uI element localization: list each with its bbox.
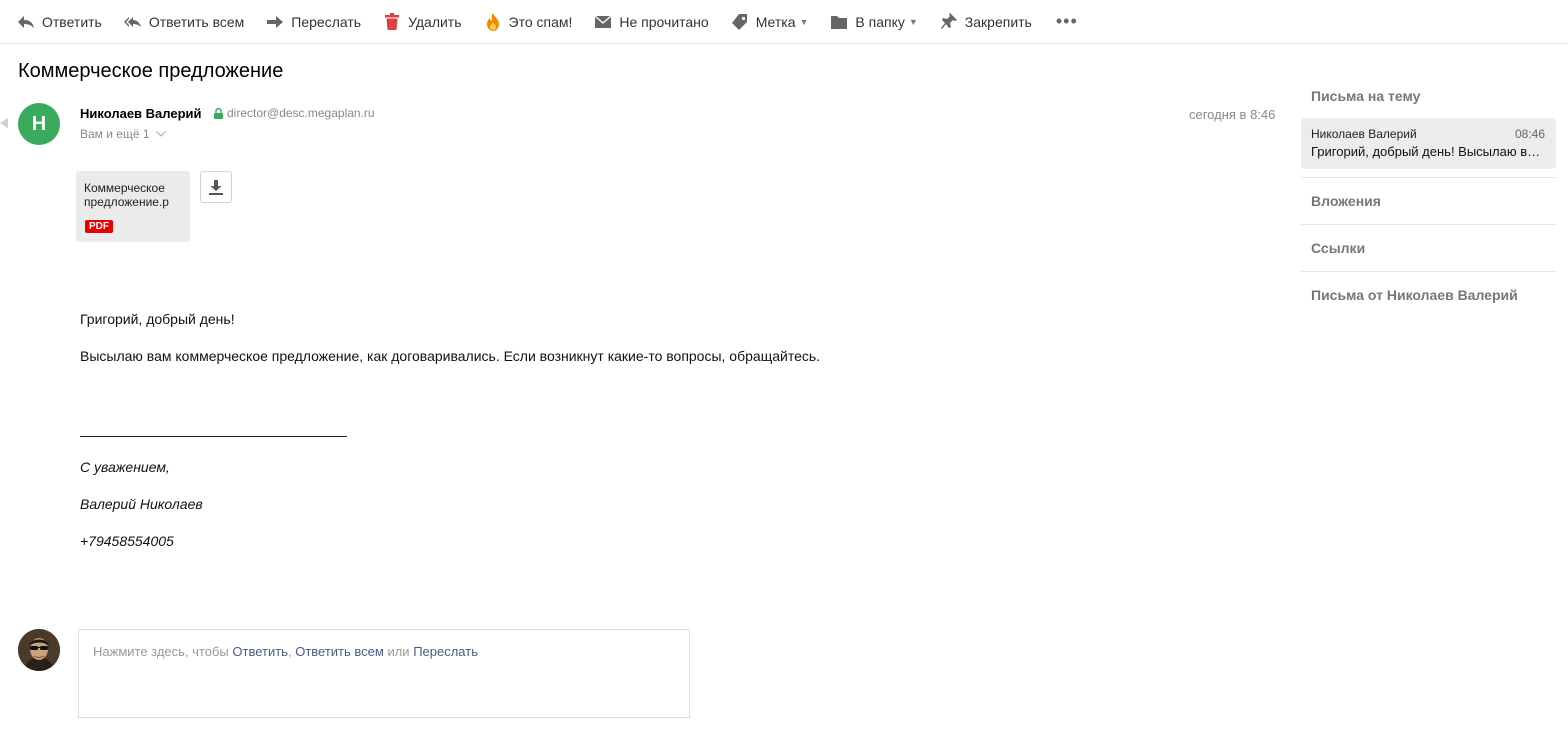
sender-avatar[interactable]: Н	[18, 103, 60, 145]
attachment-filename: Коммерческое предложение.р	[84, 181, 169, 209]
toolbar: Ответить Ответить всем Переслать Удалить…	[0, 0, 1568, 44]
signature-divider	[80, 436, 347, 437]
recipients-label: Вам и ещё 1	[80, 127, 150, 141]
signature-regards: С уважением,	[80, 459, 170, 475]
reply-or: или	[387, 644, 410, 659]
folder-label: В папку	[855, 13, 905, 30]
more-actions-icon[interactable]: •••	[1056, 11, 1078, 32]
thread-section-title[interactable]: Письма на тему	[1301, 88, 1556, 104]
thread-item-sender: Николаев Валерий	[1311, 127, 1417, 141]
thread-item-time: 08:46	[1514, 127, 1545, 141]
reply-all-button[interactable]: Ответить всем	[123, 0, 245, 44]
forward-button[interactable]: Переслать	[266, 0, 361, 44]
trash-icon	[383, 13, 401, 31]
forward-link[interactable]: Переслать	[413, 644, 478, 659]
pin-icon	[940, 13, 958, 31]
sender-name[interactable]: Николаев Валерий	[80, 106, 202, 121]
fire-icon	[484, 12, 502, 31]
move-to-folder-dropdown[interactable]: В папку ▼	[830, 0, 918, 44]
chevron-down-icon	[155, 131, 166, 137]
from-sender-section[interactable]: Письма от Николаев Валерий	[1301, 272, 1556, 318]
message-text: Высылаю вам коммерческое предложение, ка…	[80, 348, 821, 364]
lock-icon	[214, 107, 223, 119]
attachments-section[interactable]: Вложения	[1301, 178, 1556, 224]
forward-arrow-icon	[266, 13, 284, 31]
spam-label: Это спам!	[508, 13, 573, 30]
download-button[interactable]	[200, 171, 232, 203]
message-subject: Коммерческое предложение	[18, 60, 284, 82]
pin-button[interactable]: Закрепить	[940, 0, 1032, 44]
tag-icon	[731, 13, 749, 31]
thread-list-item[interactable]: Николаев Валерий 08:46 Григорий, добрый …	[1301, 118, 1556, 169]
reply-button[interactable]: Ответить	[17, 0, 102, 44]
reply-prompt: Нажмите здесь, чтобы	[93, 644, 229, 659]
reply-all-label: Ответить всем	[148, 13, 245, 30]
chevron-down-icon: ▼	[799, 16, 809, 27]
reply-label: Ответить	[42, 13, 102, 30]
pin-label: Закрепить	[964, 13, 1032, 30]
chevron-down-icon: ▼	[908, 16, 918, 27]
links-section[interactable]: Ссылки	[1301, 225, 1556, 271]
unread-label: Не прочитано	[619, 13, 709, 30]
envelope-icon	[594, 13, 612, 31]
signature-phone: +79458554005	[80, 533, 174, 549]
download-icon	[209, 179, 223, 195]
recipients-toggle[interactable]: Вам и ещё 1	[80, 127, 166, 141]
right-panel: Письма на тему Николаев Валерий 08:46 Гр…	[1301, 88, 1556, 318]
reply-link[interactable]: Ответить	[232, 644, 288, 659]
pdf-badge: PDF	[85, 220, 113, 233]
delete-button[interactable]: Удалить	[383, 0, 462, 44]
message-greeting: Григорий, добрый день!	[80, 311, 235, 327]
delete-label: Удалить	[408, 13, 462, 30]
label-label: Метка	[755, 13, 796, 30]
sender-email-text: director@desc.megaplan.ru	[227, 106, 375, 120]
user-avatar[interactable]	[18, 629, 60, 671]
spam-button[interactable]: Это спам!	[484, 0, 573, 44]
forward-label: Переслать	[291, 13, 362, 30]
thread-item-snippet: Григорий, добрый день! Высылаю в…	[1311, 144, 1541, 159]
sender-email[interactable]: director@desc.megaplan.ru	[214, 106, 375, 120]
mark-unread-button[interactable]: Не прочитано	[594, 0, 709, 44]
quick-reply-box[interactable]: Нажмите здесь, чтобы Ответить, Ответить …	[78, 629, 690, 718]
message-time: сегодня в 8:46	[1189, 107, 1276, 122]
folder-icon	[830, 13, 848, 31]
collapse-marker-icon[interactable]	[0, 118, 8, 128]
reply-all-icon	[123, 13, 142, 31]
reply-comma: ,	[287, 644, 292, 659]
attachment-card[interactable]: Коммерческое предложение.р PDF	[76, 171, 190, 242]
reply-icon	[17, 13, 35, 31]
label-dropdown[interactable]: Метка ▼	[731, 0, 809, 44]
signature-name: Валерий Николаев	[80, 496, 203, 512]
reply-all-link[interactable]: Ответить всем	[295, 644, 384, 659]
